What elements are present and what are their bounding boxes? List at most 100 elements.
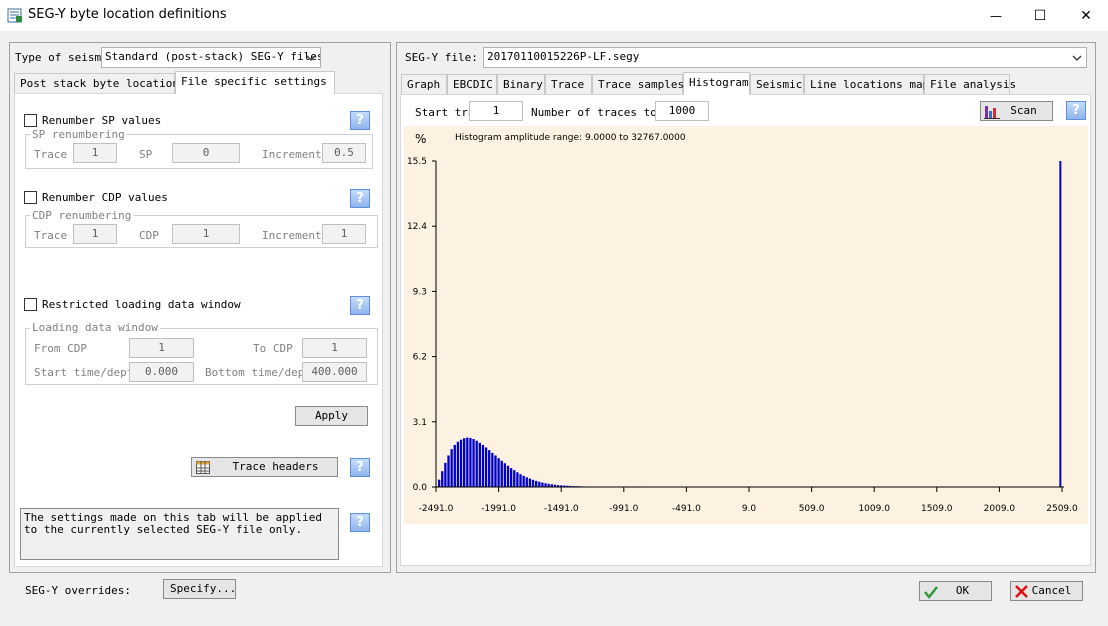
cdp-cdp-field[interactable]: 1: [172, 224, 240, 244]
start-trace-field[interactable]: 1: [469, 101, 523, 121]
y-tick-label: 12.4: [407, 222, 427, 232]
histogram-bar: [463, 438, 466, 487]
histogram-bar: [481, 444, 485, 487]
y-tick-label: 0.0: [413, 483, 428, 493]
right-tabs: Graph EBCDIC Binary Trace Trace samples …: [401, 72, 1091, 96]
cdp-trace-field[interactable]: 1: [73, 224, 117, 244]
x-tick-label: -1991.0: [481, 504, 516, 514]
y-tick-label: 3.1: [413, 418, 427, 428]
cdp-cdp-label: CDP: [139, 229, 159, 242]
cancel-icon: [1015, 585, 1028, 598]
sp-trace-label: Trace: [34, 148, 68, 161]
histogram-bar: [513, 470, 516, 487]
x-tick-label: 1509.0: [921, 504, 953, 514]
specify-button[interactable]: Specify...: [163, 579, 236, 599]
segy-file-select[interactable]: 20170110015226P-LF.segy: [483, 47, 1087, 68]
tab-trace[interactable]: Trace: [545, 74, 592, 94]
histogram-bar: [531, 479, 535, 487]
help-icon[interactable]: ?: [350, 513, 370, 532]
sp-renumbering-legend: SP renumbering: [30, 128, 127, 141]
loading-window-legend: Loading data window: [30, 321, 160, 334]
x-tick-label: 1009.0: [858, 504, 890, 514]
seismic-type-select[interactable]: Standard (post-stack) SEG-Y files: [101, 47, 321, 68]
to-cdp-label: To CDP: [253, 342, 293, 355]
cdp-renumbering-legend: CDP renumbering: [30, 209, 134, 222]
window-title: SEG-Y byte location definitions: [28, 7, 227, 22]
histogram-bar: [437, 479, 441, 487]
from-cdp-field[interactable]: 1: [129, 338, 194, 358]
histogram-bar: [456, 441, 460, 487]
histogram-bar: [519, 474, 522, 487]
tab-post-stack-byte-locations[interactable]: Post stack byte locations: [14, 73, 186, 93]
renumber-cdp-checkbox[interactable]: [24, 191, 37, 204]
tab-ebcdic[interactable]: EBCDIC: [447, 74, 497, 94]
bottom-time-label: Bottom time/depth: [205, 366, 318, 379]
tab-binary[interactable]: Binary: [497, 74, 545, 94]
tab-file-specific-settings[interactable]: File specific settings: [175, 71, 335, 94]
cancel-button[interactable]: Cancel: [1010, 581, 1083, 601]
histogram-bar: [541, 482, 544, 487]
histogram-bar: [441, 471, 444, 487]
help-icon[interactable]: ?: [350, 458, 370, 477]
x-tick-label: -491.0: [672, 504, 701, 514]
trace-headers-button[interactable]: Trace headers: [191, 457, 338, 477]
y-tick-label: 6.2: [413, 353, 427, 363]
histogram-bar: [506, 465, 510, 487]
scan-button[interactable]: Scan: [980, 101, 1053, 121]
minimize-button[interactable]: —: [973, 0, 1019, 31]
tab-seismic[interactable]: Seismic: [750, 74, 804, 94]
histogram-bar: [450, 449, 453, 487]
tab-histogram[interactable]: Histogram: [683, 72, 750, 95]
maximize-icon: ☐: [1033, 7, 1047, 24]
x-tick-label: -2491.0: [419, 504, 454, 514]
histogram-bar: [459, 439, 463, 487]
x-tick-label: -991.0: [609, 504, 638, 514]
renumber-sp-label: Renumber SP values: [42, 114, 162, 127]
histogram-chart: Histogram amplitude range: 9.0000 to 327…: [404, 126, 1088, 524]
help-icon[interactable]: ?: [350, 111, 370, 130]
histogram-bar: [466, 437, 469, 487]
help-icon[interactable]: ?: [350, 189, 370, 208]
sp-increment-field[interactable]: 0.5: [322, 143, 366, 163]
histogram-bar: [534, 480, 538, 487]
x-tick-label: 509.0: [799, 504, 825, 514]
ok-button[interactable]: OK: [919, 581, 992, 601]
help-icon[interactable]: ?: [350, 296, 370, 315]
y-axis-label: %: [415, 132, 426, 146]
close-icon: ✕: [1080, 7, 1092, 24]
cdp-increment-field[interactable]: 1: [322, 224, 366, 244]
maximize-button[interactable]: ☐: [1017, 0, 1063, 31]
histogram-bar: [538, 481, 541, 487]
restricted-loading-checkbox[interactable]: [24, 298, 37, 311]
histogram-bar: [544, 483, 547, 487]
renumber-sp-checkbox[interactable]: [24, 114, 37, 127]
settings-note: The settings made on this tab will be ap…: [20, 508, 339, 560]
histogram-bar: [500, 460, 503, 487]
restricted-loading-label: Restricted loading data window: [42, 298, 241, 311]
start-trace-label: Start tra: [415, 106, 475, 119]
tab-trace-samples[interactable]: Trace samples: [592, 74, 684, 94]
bottom-time-field[interactable]: 400.000: [302, 362, 367, 382]
to-cdp-field[interactable]: 1: [302, 338, 367, 358]
help-icon[interactable]: ?: [1066, 101, 1086, 120]
start-time-field[interactable]: 0.000: [129, 362, 194, 382]
apply-button[interactable]: Apply: [295, 406, 368, 426]
segy-file-label: SEG-Y file:: [405, 51, 478, 64]
chevron-down-icon: [306, 55, 316, 61]
histogram-bar: [475, 440, 478, 487]
num-traces-field[interactable]: 1000: [655, 101, 709, 121]
histogram-bar: [1059, 161, 1062, 487]
histogram-bar: [525, 477, 528, 487]
start-time-label: Start time/depth: [34, 366, 140, 379]
x-tick-label: -1491.0: [544, 504, 579, 514]
segy-overrides-label: SEG-Y overrides:: [25, 584, 131, 597]
tab-line-locations-map[interactable]: Line locations map: [804, 74, 929, 94]
chart-title: Histogram amplitude range: 9.0000 to 327…: [455, 133, 686, 143]
sp-sp-field[interactable]: 0: [172, 143, 240, 163]
from-cdp-label: From CDP: [34, 342, 87, 355]
histogram-bar: [494, 455, 497, 487]
sp-trace-field[interactable]: 1: [73, 143, 117, 163]
close-button[interactable]: ✕: [1063, 0, 1108, 31]
tab-graph[interactable]: Graph: [401, 74, 447, 94]
tab-file-analysis[interactable]: File analysis: [924, 74, 1016, 94]
